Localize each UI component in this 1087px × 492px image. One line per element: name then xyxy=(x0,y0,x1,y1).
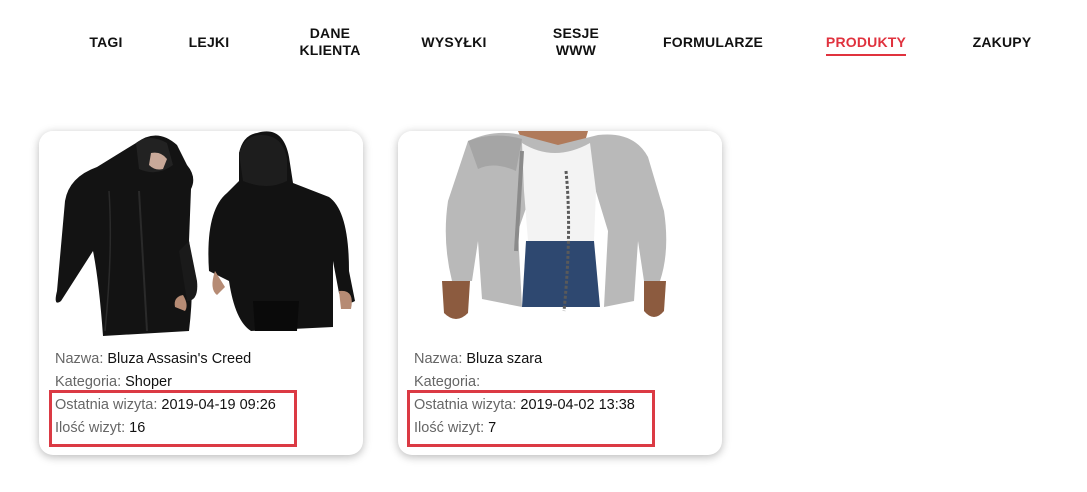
black-hoodie-photo xyxy=(39,131,363,336)
nav-tab-zakupy[interactable]: ZAKUPY xyxy=(962,0,1042,100)
product-visit-count-row: Ilość wizyt: 16 xyxy=(55,417,355,440)
nav-tab-label: TAGI xyxy=(89,33,123,50)
field-label: Ilość wizyt: xyxy=(414,420,485,436)
product-visit-count: 7 xyxy=(488,420,497,436)
product-category: Shoper xyxy=(125,374,172,390)
field-label: Ostatnia wizyta: xyxy=(414,397,517,413)
nav-tab-label: DANE KLIENTA xyxy=(299,25,361,58)
nav-tab-label: ZAKUPY xyxy=(972,33,1032,50)
nav-tab-dane-klienta[interactable]: DANE KLIENTA xyxy=(290,0,370,100)
field-label: Ostatnia wizyta: xyxy=(55,397,158,413)
nav-tab-label: LEJKI xyxy=(188,33,230,50)
field-label: Kategoria: xyxy=(55,374,122,390)
product-card[interactable]: Nazwa: Bluza szara Kategoria: Ostatnia w… xyxy=(398,131,722,455)
nav-tab-produkty[interactable]: PRODUKTY xyxy=(818,0,914,100)
product-last-visit-row: Ostatnia wizyta: 2019-04-19 09:26 xyxy=(55,394,355,417)
product-category-row: Kategoria: Shoper xyxy=(55,371,355,394)
product-name: Bluza szara xyxy=(466,351,543,367)
nav-tab-label: SESJE WWW xyxy=(552,25,600,58)
nav-tab-label: WYSYŁKI xyxy=(421,33,487,50)
nav-tab-sesje-www[interactable]: SESJE WWW xyxy=(546,0,606,100)
product-details: Nazwa: Bluza Assasin's Creed Kategoria: … xyxy=(55,348,355,440)
product-visit-count: 16 xyxy=(129,420,146,436)
product-last-visit: 2019-04-02 13:38 xyxy=(520,397,635,413)
nav-tab-label: PRODUKTY xyxy=(825,33,907,56)
nav-tab-label: FORMULARZE xyxy=(663,33,763,50)
product-card[interactable]: Nazwa: Bluza Assasin's Creed Kategoria: … xyxy=(39,131,363,455)
product-name-row: Nazwa: Bluza szara xyxy=(414,348,714,371)
field-label: Ilość wizyt: xyxy=(55,420,126,436)
product-visit-count-row: Ilość wizyt: 7 xyxy=(414,417,714,440)
nav-tab-lejki[interactable]: LEJKI xyxy=(179,0,239,100)
product-name: Bluza Assasin's Creed xyxy=(107,351,252,367)
top-navigation: TAGI LEJKI DANE KLIENTA WYSYŁKI SESJE WW… xyxy=(0,0,1087,100)
field-label: Nazwa: xyxy=(55,351,104,367)
product-category-row: Kategoria: xyxy=(414,371,714,394)
field-label: Kategoria: xyxy=(414,374,481,390)
product-last-visit: 2019-04-19 09:26 xyxy=(161,397,276,413)
product-last-visit-row: Ostatnia wizyta: 2019-04-02 13:38 xyxy=(414,394,714,417)
grey-hoodie-photo xyxy=(398,131,722,336)
product-details: Nazwa: Bluza szara Kategoria: Ostatnia w… xyxy=(414,348,714,440)
product-name-row: Nazwa: Bluza Assasin's Creed xyxy=(55,348,355,371)
nav-tab-formularze[interactable]: FORMULARZE xyxy=(656,0,770,100)
nav-tab-tagi[interactable]: TAGI xyxy=(76,0,136,100)
nav-tab-wysylki[interactable]: WYSYŁKI xyxy=(414,0,494,100)
field-label: Nazwa: xyxy=(414,351,463,367)
